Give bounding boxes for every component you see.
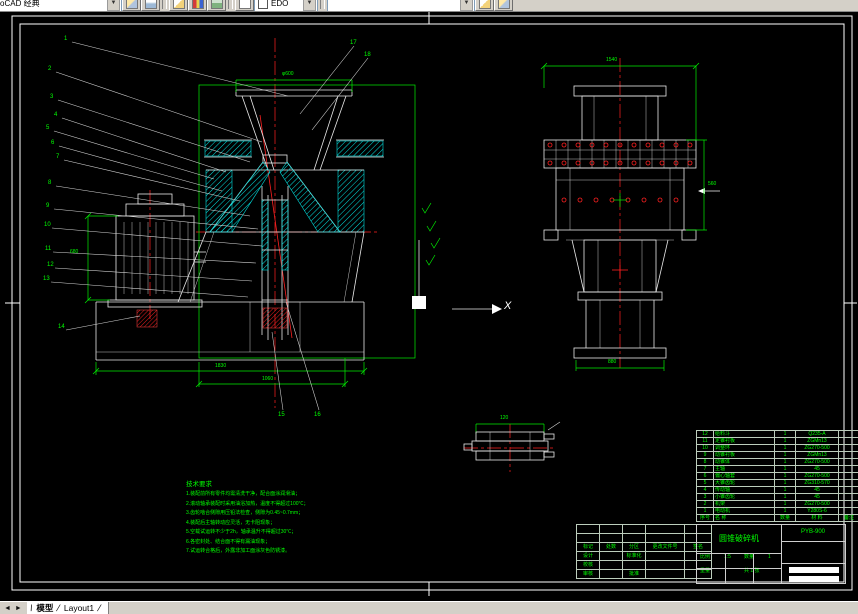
workspace-label: AutoCAD 经典 — [0, 0, 40, 8]
properties-combo[interactable]: ▼ — [327, 0, 475, 11]
match-properties-button[interactable] — [475, 0, 494, 11]
side-view — [540, 58, 720, 371]
plot-icon — [238, 0, 251, 9]
layer-combo-value: EDO — [271, 0, 289, 8]
toolbar-separator — [320, 0, 325, 9]
toolbar-separator — [228, 0, 233, 9]
save-file-icon — [210, 0, 223, 9]
chevron-down-icon: ▼ — [460, 0, 473, 11]
layout-tab-bar: ◄ ► \ 模型 / Layout1 / — [0, 601, 858, 614]
toolbar-separator — [162, 0, 167, 9]
open-file-icon — [191, 0, 204, 9]
help-icon — [497, 0, 510, 9]
workspace-switcher[interactable]: AutoCAD 经典 ▼ — [0, 0, 122, 11]
chevron-down-icon: ▼ — [107, 0, 120, 11]
help-button[interactable] — [494, 0, 513, 11]
section-marker — [412, 240, 502, 314]
save-file-button[interactable] — [207, 0, 226, 11]
match-properties-icon — [478, 0, 491, 9]
new-file-icon — [172, 0, 185, 9]
top-toolbar: AutoCAD 经典 ▼ EDO ▼ ▼ — [0, 0, 858, 12]
workspace-settings-button[interactable] — [122, 0, 141, 11]
tab-nav-buttons[interactable]: ◄ ► — [0, 605, 27, 612]
new-file-button[interactable] — [169, 0, 188, 11]
workspace-settings-icon — [125, 0, 138, 9]
image-button[interactable] — [141, 0, 160, 11]
drawing-canvas[interactable] — [0, 10, 858, 602]
plot-button[interactable] — [235, 0, 254, 11]
tab-layout1[interactable]: Layout1 — [61, 603, 97, 613]
layer-swatch-icon — [258, 0, 268, 9]
front-section-view — [50, 38, 502, 411]
autocad-window: { "toolbar": { "workspace": "AutoCAD 经典"… — [0, 0, 858, 614]
open-file-button[interactable] — [188, 0, 207, 11]
image-insert-icon — [144, 0, 157, 9]
detail-view — [463, 421, 561, 472]
tab-strip: \ 模型 / Layout1 / — [26, 602, 109, 614]
tab-model[interactable]: 模型 — [33, 602, 56, 614]
layer-combo[interactable]: EDO ▼ — [254, 0, 318, 11]
chevron-down-icon: ▼ — [303, 0, 316, 11]
drawing-svg — [5, 10, 857, 596]
